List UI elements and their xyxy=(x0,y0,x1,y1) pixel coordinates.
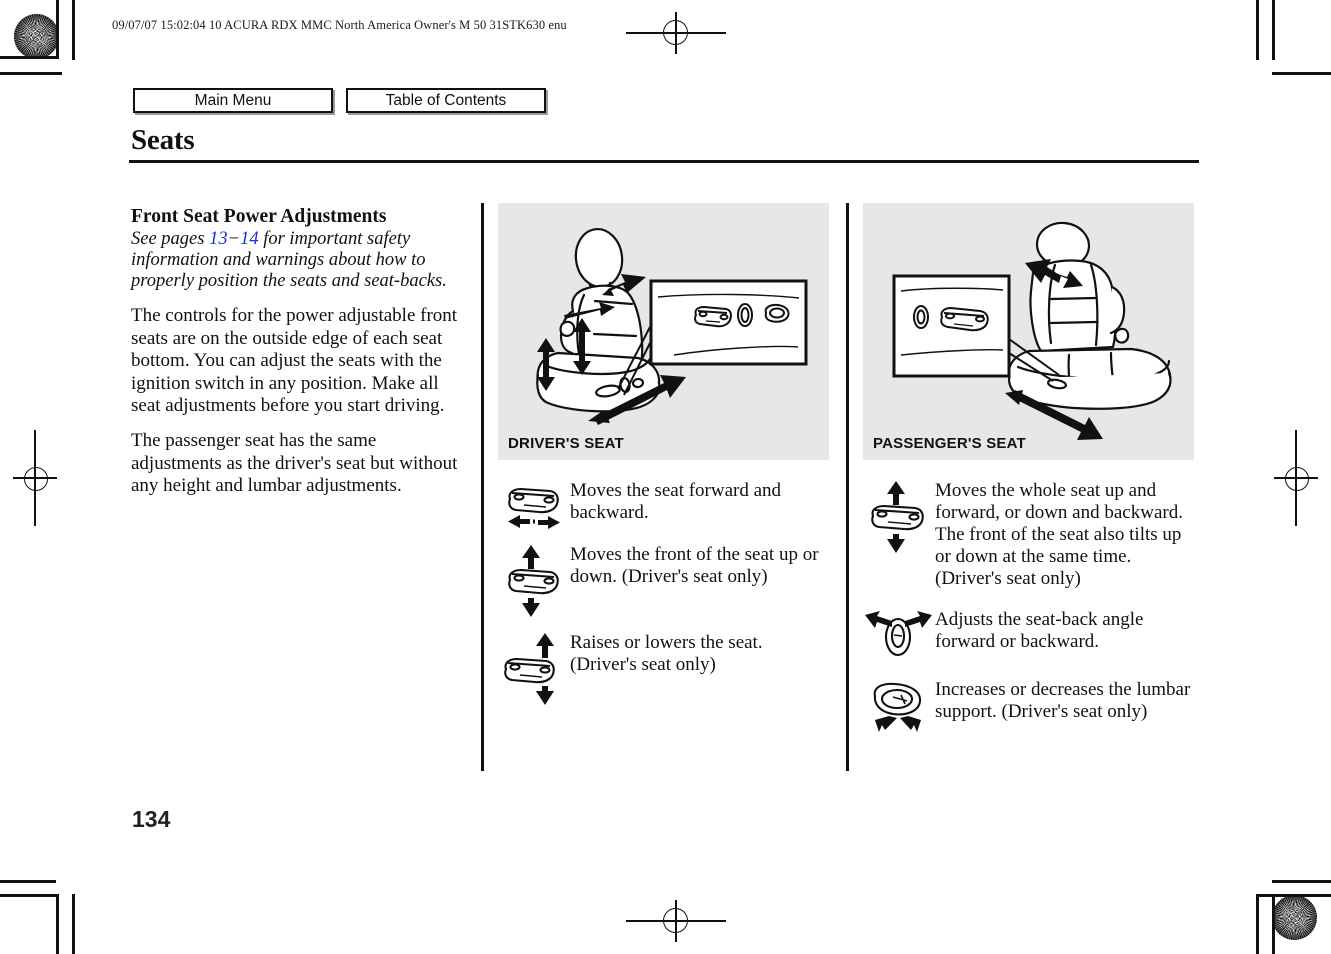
registration-target-bottom xyxy=(626,900,726,942)
control-description: Moves the whole seat up and forward, or … xyxy=(935,480,1183,590)
trim-mark-top-left-vertical xyxy=(72,0,75,60)
drivers-seat-caption: DRIVER'S SEAT xyxy=(508,435,624,452)
crop-mark-top-left-horizontal xyxy=(0,56,59,59)
slide-switch-front-tilt-icon xyxy=(498,543,570,617)
crop-mark-top-right-vertical xyxy=(1256,0,1259,60)
passengers-seat-column: PASSENGER'S SEAT Moves the whole seat up… xyxy=(863,203,1198,750)
drivers-seat-diagram xyxy=(536,228,808,425)
slide-switch-height-icon xyxy=(498,631,570,705)
trim-mark-bottom-left-vertical xyxy=(72,894,75,954)
print-header-code: 09/07/07 15:02:04 10 ACURA RDX MMC North… xyxy=(112,18,567,32)
column-divider-right xyxy=(846,203,849,771)
page-number: 134 xyxy=(132,806,171,832)
registration-rosette-top-left xyxy=(14,14,59,59)
control-description: Increases or decreases the lumbar suppor… xyxy=(935,679,1191,723)
control-row: Moves the whole seat up and forward, or … xyxy=(863,479,1198,590)
crop-mark-bottom-left-vertical xyxy=(56,894,59,954)
control-description: Adjusts the seat-back angle forward or b… xyxy=(935,609,1144,653)
left-text-column: Front Seat Power Adjustments See pages 1… xyxy=(131,206,469,511)
registration-target-left xyxy=(13,430,57,526)
table-of-contents-label: Table of Contents xyxy=(385,91,507,109)
column-divider-left xyxy=(481,203,484,771)
page-link-14[interactable]: 14 xyxy=(240,229,259,249)
registration-rosette-bottom-right xyxy=(1272,895,1317,940)
control-row: Moves the front of the seat up or down. … xyxy=(498,543,833,617)
trim-mark-top-right-vertical xyxy=(1272,0,1275,60)
registration-target-top xyxy=(626,12,726,54)
trim-mark-top-left-horizontal xyxy=(0,72,62,75)
control-row: Adjusts the seat-back angle forward or b… xyxy=(863,608,1198,660)
crop-mark-top-right-horizontal xyxy=(1272,72,1331,75)
slide-switch-forward-backward-icon xyxy=(498,479,570,529)
page-title: Seats xyxy=(131,124,195,156)
paragraph-passenger-seat: The passenger seat has the same adjustme… xyxy=(131,430,458,497)
trim-mark-bottom-right-vertical xyxy=(1256,894,1259,954)
passengers-seat-diagram xyxy=(892,221,1172,440)
passengers-seat-illustration-panel: PASSENGER'S SEAT xyxy=(863,203,1194,460)
table-of-contents-button[interactable]: Table of Contents xyxy=(346,88,546,113)
control-description: Raises or lowers the seat. (Driver's sea… xyxy=(570,632,763,676)
safety-note-prefix: See pages xyxy=(131,228,210,249)
main-menu-label: Main Menu xyxy=(194,91,272,109)
page-link-13[interactable]: 13 xyxy=(209,229,228,249)
control-description: Moves the front of the seat up or down. … xyxy=(570,544,819,588)
passengers-seat-caption: PASSENGER'S SEAT xyxy=(873,435,1026,452)
crop-mark-bottom-left-horizontal xyxy=(0,880,56,883)
paragraph-controls-location: The controls for the power adjustable fr… xyxy=(131,305,458,416)
control-row: Raises or lowers the seat. (Driver's sea… xyxy=(498,631,833,705)
drivers-seat-control-list: Moves the seat forward and backward. Mov… xyxy=(498,479,833,705)
recline-switch-icon xyxy=(863,608,935,660)
main-menu-button[interactable]: Main Menu xyxy=(133,88,333,113)
title-rule-divider xyxy=(129,160,1199,163)
drivers-seat-column: DRIVER'S SEAT Moves the seat forward and… xyxy=(498,203,833,719)
section-heading: Front Seat Power Adjustments xyxy=(131,206,387,227)
safety-reference-note: See pages 13−14 for important safety inf… xyxy=(131,229,469,293)
crop-mark-bottom-right-horizontal xyxy=(1272,880,1331,883)
control-description: Moves the seat forward and backward. xyxy=(570,480,782,524)
crop-mark-bottom-right-vertical xyxy=(1272,894,1275,954)
safety-note-dash: − xyxy=(227,228,241,249)
trim-mark-bottom-right-horizontal xyxy=(1256,894,1331,897)
registration-target-right xyxy=(1274,430,1318,526)
control-row: Increases or decreases the lumbar suppor… xyxy=(863,678,1198,733)
trim-mark-bottom-left-horizontal xyxy=(0,894,59,897)
crop-mark-top-left-vertical xyxy=(56,0,59,56)
control-row: Moves the seat forward and backward. xyxy=(498,479,833,529)
lumbar-switch-icon xyxy=(863,678,935,733)
drivers-seat-illustration-panel: DRIVER'S SEAT xyxy=(498,203,829,460)
passengers-seat-control-list: Moves the whole seat up and forward, or … xyxy=(863,479,1198,733)
slide-switch-whole-seat-icon xyxy=(863,479,935,553)
